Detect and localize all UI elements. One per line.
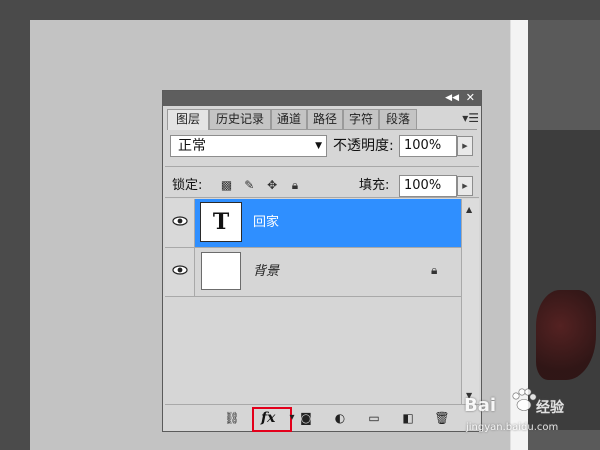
divider [165,197,479,198]
left-dark-bar [0,20,30,450]
panel-titlebar: ◀◀ ✕ [163,91,481,106]
fill-field[interactable]: 100% [399,175,457,197]
adjustment-icon[interactable]: ◐ [331,409,349,427]
fill-value: 100% [404,178,442,193]
lock-icons: ▩ ✎ ✥ 🔒︎ [217,176,304,194]
tab-layers[interactable]: 图层 [167,109,209,130]
lock-move-icon[interactable]: ✥ [263,176,282,194]
tab-history[interactable]: 历史记录 [209,109,271,129]
folder-icon[interactable]: ▭ [365,409,383,427]
close-icon[interactable]: ✕ [466,91,475,105]
lock-paint-icon[interactable]: ✎ [240,176,259,194]
watermark-url: jingyan.baidu.com [466,422,559,433]
blend-mode-select[interactable]: 正常 ▼ [170,135,327,157]
new-layer-icon[interactable]: ◧ [399,409,417,427]
layer-name[interactable]: 背景 [253,263,279,281]
tab-underline [167,129,477,130]
background-layer-thumbnail [201,252,241,290]
link-icon[interactable]: ⛓ [223,409,241,427]
layer-row-background[interactable]: 背景 🔒︎ [165,248,461,297]
top-dark-bar [0,0,600,20]
tab-paths[interactable]: 路径 [307,109,343,129]
layers-panel: ◀◀ ✕ 图层 历史记录 通道 路径 字符 段落 ▾☰ 正常 ▼ 不透明度: 1… [162,90,482,432]
chevron-down-icon: ▼ [315,141,322,151]
lock-icon: 🔒︎ [431,263,438,277]
layer-scrollbar[interactable]: ▲ ▼ [461,199,479,404]
double-chevron-icon[interactable]: ◀◀ [445,92,459,105]
lock-all-icon[interactable]: 🔒︎ [285,176,304,194]
visibility-toggle[interactable] [165,199,195,247]
opacity-field[interactable]: 100% [399,135,457,157]
paw-icon [512,388,537,411]
opacity-stepper[interactable]: ▶ [457,136,473,156]
text-layer-thumbnail: T [200,202,242,242]
layer-name[interactable]: 回家 [253,214,279,232]
canvas-red-shape [536,290,596,380]
fx-icon[interactable]: fx [261,409,275,427]
tab-channels[interactable]: 通道 [271,109,307,129]
tab-character[interactable]: 字符 [343,109,379,129]
eye-icon [172,265,188,275]
panel-menu-icon[interactable]: ▾☰ [462,111,479,125]
trash-icon[interactable]: 🗑︎ [433,409,451,427]
layer-row-text[interactable]: T 回家 [165,199,461,248]
lock-transparent-icon[interactable]: ▩ [217,176,236,194]
watermark-brand-left: Bai [464,395,497,416]
mask-icon[interactable]: ◙ [297,409,315,427]
opacity-value: 100% [404,138,442,153]
fill-stepper[interactable]: ▶ [457,176,473,196]
scroll-up-icon[interactable]: ▲ [466,205,472,214]
fill-label: 填充: [359,178,390,193]
lock-label: 锁定: [172,178,203,193]
visibility-toggle[interactable] [165,248,195,296]
eye-icon [172,216,188,226]
panel-bottom-toolbar: ⛓ fx ▾ ◙ ◐ ▭ ◧ 🗑︎ [165,404,479,432]
layer-list: T 回家 背景 🔒︎ [165,199,461,409]
opacity-label: 不透明度: [333,138,394,154]
blend-mode-value: 正常 [178,138,206,154]
panel-tabs: 图层 历史记录 通道 路径 字符 段落 ▾☰ [167,109,479,130]
watermark-brand-right: 经验 [536,400,564,416]
baidu-watermark: Bai 经验 jingyan.baidu.com [462,378,592,438]
divider [165,166,479,167]
tab-paragraph[interactable]: 段落 [379,109,417,129]
